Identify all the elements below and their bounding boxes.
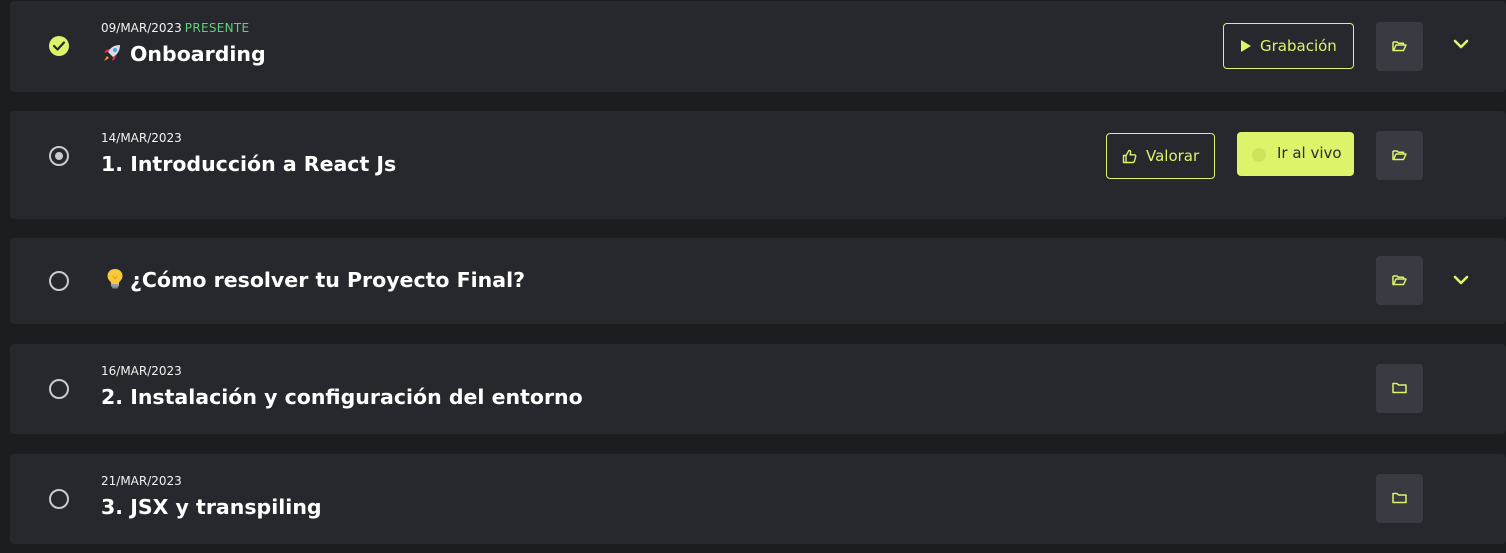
attendance-badge: PRESENTE [184,21,250,35]
class-title-text: 1. Introducción a React Js [101,152,397,176]
class-title: ¿Cómo resolver tu Proyecto Final? [105,267,525,296]
rate-button[interactable]: Valorar [1106,133,1215,179]
class-row-onboarding[interactable]: 09/MAR/2023 PRESENTE Onboarding Grabación [10,1,1506,92]
rate-button-label: Valorar [1146,147,1200,165]
class-meta: 16/MAR/2023 [101,364,182,378]
class-title: 2. Instalación y configuración del entor… [101,384,583,410]
go-live-button[interactable]: Ir al vivo [1237,132,1354,176]
class-row-final-project[interactable]: ¿Cómo resolver tu Proyecto Final? [10,238,1506,324]
class-meta: 21/MAR/2023 [101,474,182,488]
materials-button[interactable] [1376,22,1423,71]
class-title: Onboarding [101,41,266,70]
folder-icon [1392,382,1407,394]
thumbs-up-icon [1122,149,1137,164]
completed-check-icon [49,36,69,56]
class-date: 21/MAR/2023 [101,474,182,488]
recording-button-label: Grabación [1260,37,1337,55]
folder-open-icon [1392,150,1407,161]
class-row-jsx[interactable]: 21/MAR/2023 3. JSX y transpiling [10,454,1506,544]
play-icon [1241,40,1251,52]
class-title: 3. JSX y transpiling [101,494,322,520]
class-row-intro-react[interactable]: 14/MAR/2023 1. Introducción a React Js V… [10,111,1506,219]
folder-open-icon [1392,41,1407,52]
class-meta: 14/MAR/2023 [101,131,182,145]
lightbulb-icon [105,268,125,296]
chevron-down-icon[interactable] [1453,38,1469,50]
class-title-text: Onboarding [130,42,266,66]
materials-button[interactable] [1376,364,1423,413]
class-title: 1. Introducción a React Js [101,151,396,177]
class-date: 09/MAR/2023 [101,21,182,35]
class-row-setup[interactable]: 16/MAR/2023 2. Instalación y configuraci… [10,344,1506,434]
class-meta: 09/MAR/2023 PRESENTE [101,21,249,35]
class-title-text: ¿Cómo resolver tu Proyecto Final? [130,268,526,292]
materials-button[interactable] [1376,256,1423,305]
rocket-icon [101,42,123,70]
class-title-text: 3. JSX y transpiling [101,495,322,519]
class-list: 09/MAR/2023 PRESENTE Onboarding Grabación [0,0,1506,553]
current-class-radio-icon [49,146,69,166]
chevron-down-icon[interactable] [1453,274,1469,286]
class-title-text: 2. Instalación y configuración del entor… [101,385,583,409]
pending-radio-icon [49,379,69,399]
recording-button[interactable]: Grabación [1223,23,1354,69]
go-live-button-label: Ir al vivo [1277,144,1342,162]
folder-icon [1392,492,1407,504]
class-date: 14/MAR/2023 [101,131,182,145]
pending-radio-icon [49,271,69,291]
materials-button[interactable] [1376,474,1423,523]
class-date: 16/MAR/2023 [101,364,182,378]
folder-open-icon [1392,275,1407,286]
live-indicator-icon [1252,148,1266,162]
materials-button[interactable] [1376,131,1423,180]
pending-radio-icon [49,489,69,509]
